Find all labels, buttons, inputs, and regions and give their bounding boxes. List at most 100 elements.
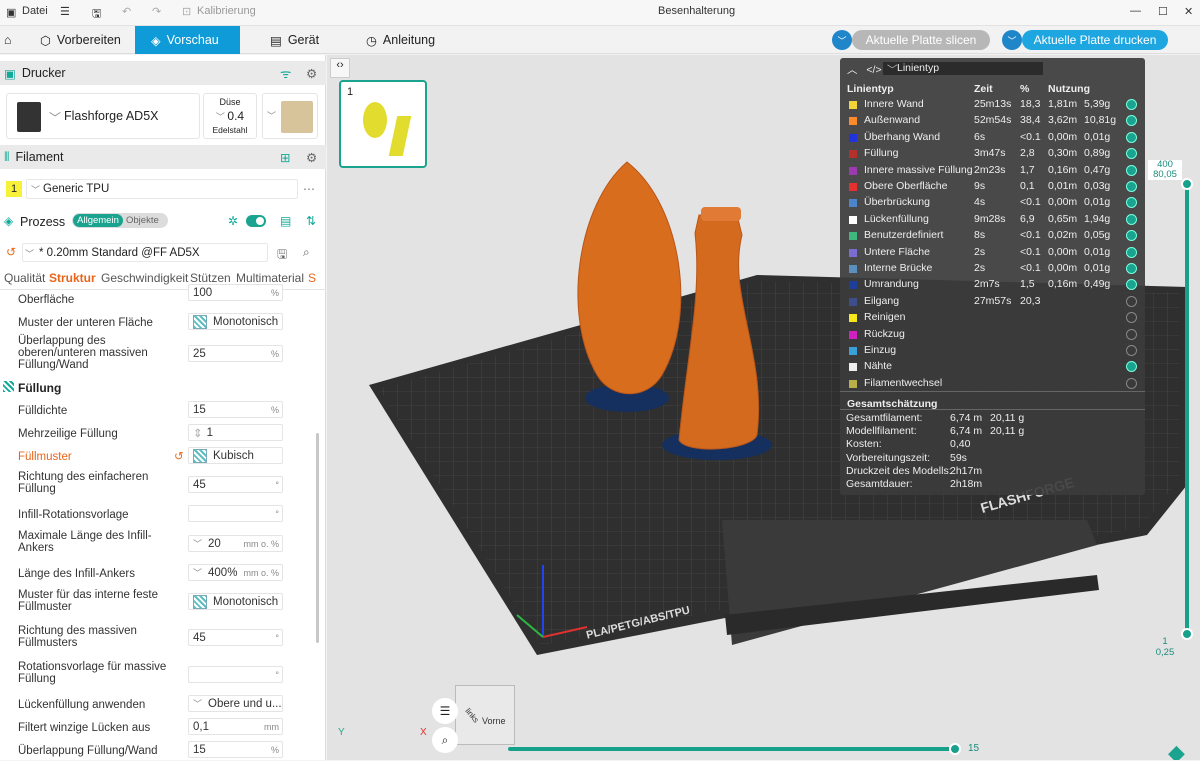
collapse-icon[interactable]: ︿	[847, 64, 858, 76]
tab-preview[interactable]: ◈ Vorschau	[135, 26, 240, 54]
sync-icon[interactable]: ⇅	[306, 214, 316, 228]
legend-row[interactable]: Reinigen	[840, 310, 1145, 326]
legend-row[interactable]: Innere massive Füllung 2m23s 1,7 0,16m 0,47g	[840, 163, 1145, 179]
plate-thumbnail[interactable]: 1	[339, 80, 427, 168]
setting-input[interactable]: 100%	[188, 284, 283, 301]
compare-icon[interactable]: ▤	[280, 214, 291, 228]
visibility-eye-icon[interactable]	[1126, 213, 1137, 225]
legend-row[interactable]: Überhang Wand 6s <0.1 0,00m 0,01g	[840, 130, 1145, 146]
move-slider[interactable]	[508, 747, 958, 751]
visibility-eye-icon[interactable]	[1126, 345, 1137, 356]
bed-plate-selector[interactable]: ﹀	[262, 93, 318, 139]
search-icon[interactable]: ⌕	[303, 245, 310, 260]
legend-row[interactable]: Nähte	[840, 359, 1145, 375]
visibility-eye-icon[interactable]	[1126, 328, 1137, 340]
legend-row[interactable]: Füllung 3m47s 2,8 0,30m 0,89g	[840, 146, 1145, 162]
tab-prepare[interactable]: ⬡ Vorbereiten	[40, 26, 121, 54]
stepper-icon[interactable]: ⇕	[193, 426, 203, 440]
layers-stack-icon[interactable]: ◆	[1168, 740, 1185, 760]
visibility-eye-icon[interactable]	[1126, 197, 1137, 209]
subtab-multimaterial[interactable]: Multimaterial	[236, 271, 304, 285]
setting-combo[interactable]: ﹀ 20 mm o. %	[188, 535, 283, 552]
tab-device[interactable]: ▤ Gerät	[270, 26, 319, 54]
legend-row[interactable]: Überbrückung 4s <0.1 0,00m 0,01g	[840, 195, 1145, 211]
settings-sliders-icon[interactable]: ⚙	[306, 150, 317, 165]
setting-spinner[interactable]: ⇕ 1	[188, 424, 283, 441]
mode-objects[interactable]: Objekte	[126, 214, 159, 227]
subtab-more[interactable]: S	[308, 271, 316, 285]
legend-row[interactable]: Filamentwechsel	[840, 376, 1145, 392]
setting-input[interactable]: 0,1 mm	[188, 718, 283, 735]
settings-sliders-icon[interactable]: ⚙	[306, 66, 317, 81]
legend-row[interactable]: Untere Fläche 2s <0.1 0,00m 0,01g	[840, 245, 1145, 261]
minimize-icon[interactable]: —	[1130, 5, 1141, 17]
code-icon[interactable]: </>	[866, 64, 881, 76]
legend-row[interactable]: Rückzug	[840, 327, 1145, 343]
visibility-eye-icon[interactable]	[1126, 115, 1137, 127]
layer-slider[interactable]	[1185, 182, 1189, 634]
save-icon[interactable]: 🖫	[92, 5, 101, 24]
setting-dropdown[interactable]: Monotonisch	[188, 593, 283, 610]
visibility-eye-icon[interactable]	[1126, 246, 1137, 258]
visibility-eye-icon[interactable]	[1126, 99, 1137, 110]
home-icon[interactable]: ⌂	[4, 26, 26, 54]
visibility-eye-icon[interactable]	[1126, 377, 1137, 389]
subtab-quality[interactable]: Qualität	[4, 271, 45, 285]
add-filament-icon[interactable]: ⊞	[280, 150, 290, 165]
undo-icon[interactable]: ↶	[122, 5, 131, 18]
calibration-menu[interactable]: Kalibrierung	[197, 5, 256, 17]
wifi-icon[interactable]: ᯤ	[280, 65, 291, 82]
settings-scrollbar[interactable]	[316, 433, 319, 643]
advanced-icon[interactable]: ✲	[228, 214, 238, 228]
tab-guide[interactable]: ◷ Anleitung	[366, 26, 435, 54]
legend-row[interactable]: Eilgang 27m57s 20,3	[840, 294, 1145, 310]
menu-icon[interactable]: ☰	[60, 5, 70, 18]
legend-row[interactable]: Benutzerdefiniert 8s <0.1 0,02m 0,05g	[840, 228, 1145, 244]
setting-dropdown[interactable]: Monotonisch	[188, 313, 283, 330]
legend-row[interactable]: Obere Oberfläche 9s 0,1 0,01m 0,03g	[840, 179, 1145, 195]
reset-icon[interactable]: ↺	[174, 449, 184, 463]
view-cube[interactable]: links Vorne	[455, 685, 515, 745]
process-profile-selector[interactable]: ﹀ * 0.20mm Standard @FF AD5X	[22, 243, 268, 262]
visibility-eye-icon[interactable]	[1126, 312, 1137, 324]
setting-input[interactable]: °	[188, 666, 283, 683]
legend-row[interactable]: Interne Brücke 2s <0.1 0,00m 0,01g	[840, 261, 1145, 277]
layer-slider-top-handle[interactable]	[1181, 178, 1193, 190]
visibility-eye-icon[interactable]	[1126, 181, 1137, 192]
mode-general[interactable]: Allgemein	[73, 214, 123, 227]
close-icon[interactable]: ✕	[1184, 5, 1193, 18]
legend-row[interactable]: Lückenfüllung 9m28s 6,9 0,65m 1,94g	[840, 212, 1145, 228]
more-icon[interactable]: ⋯	[303, 182, 315, 196]
visibility-eye-icon[interactable]	[1126, 230, 1137, 242]
setting-combo[interactable]: ﹀ 400% mm o. %	[188, 564, 283, 581]
setting-input[interactable]: 15%	[188, 401, 283, 418]
visibility-eye-icon[interactable]	[1126, 164, 1137, 176]
setting-input[interactable]: 25%	[188, 345, 283, 362]
subtab-structure[interactable]: Struktur	[49, 271, 96, 285]
redo-icon[interactable]: ↷	[152, 5, 161, 18]
legend-row[interactable]: Außenwand 52m54s 38,4 3,62m 10,81g	[840, 113, 1145, 129]
layers-menu-icon[interactable]: ☰	[432, 698, 458, 724]
collapse-sidebar-icon[interactable]: ‹›	[330, 58, 350, 78]
move-slider-handle[interactable]	[949, 743, 961, 755]
legend-row[interactable]: Umrandung 2m7s 1,5 0,16m 0,49g	[840, 277, 1145, 293]
printer-selector[interactable]: ﹀ Flashforge AD5X	[6, 93, 200, 139]
maximize-icon[interactable]: ☐	[1158, 5, 1168, 18]
layer-slider-bottom-handle[interactable]	[1181, 628, 1193, 640]
save-icon[interactable]: 🖫	[277, 245, 287, 266]
visibility-eye-icon[interactable]	[1126, 361, 1137, 373]
visibility-eye-icon[interactable]	[1126, 131, 1137, 143]
print-plate-button[interactable]: Aktuelle Platte drucken	[1022, 30, 1168, 50]
setting-dropdown[interactable]: Kubisch	[188, 447, 283, 464]
filament-selector[interactable]: ﹀ Generic TPU	[26, 179, 298, 199]
slice-plate-button[interactable]: Aktuelle Platte slicen	[852, 30, 990, 50]
visibility-eye-icon[interactable]	[1126, 279, 1137, 291]
visibility-eye-icon[interactable]	[1126, 148, 1137, 160]
nozzle-selector[interactable]: Düse ﹀ 0.4 Edelstahl	[203, 93, 257, 139]
visibility-eye-icon[interactable]	[1126, 295, 1137, 307]
legend-row[interactable]: Einzug	[840, 343, 1145, 359]
setting-input[interactable]: °	[188, 505, 283, 522]
menu-file[interactable]: Datei	[22, 5, 48, 17]
subtab-supports[interactable]: Stützen	[190, 271, 231, 285]
zoom-icon[interactable]: ⌕	[432, 727, 458, 753]
